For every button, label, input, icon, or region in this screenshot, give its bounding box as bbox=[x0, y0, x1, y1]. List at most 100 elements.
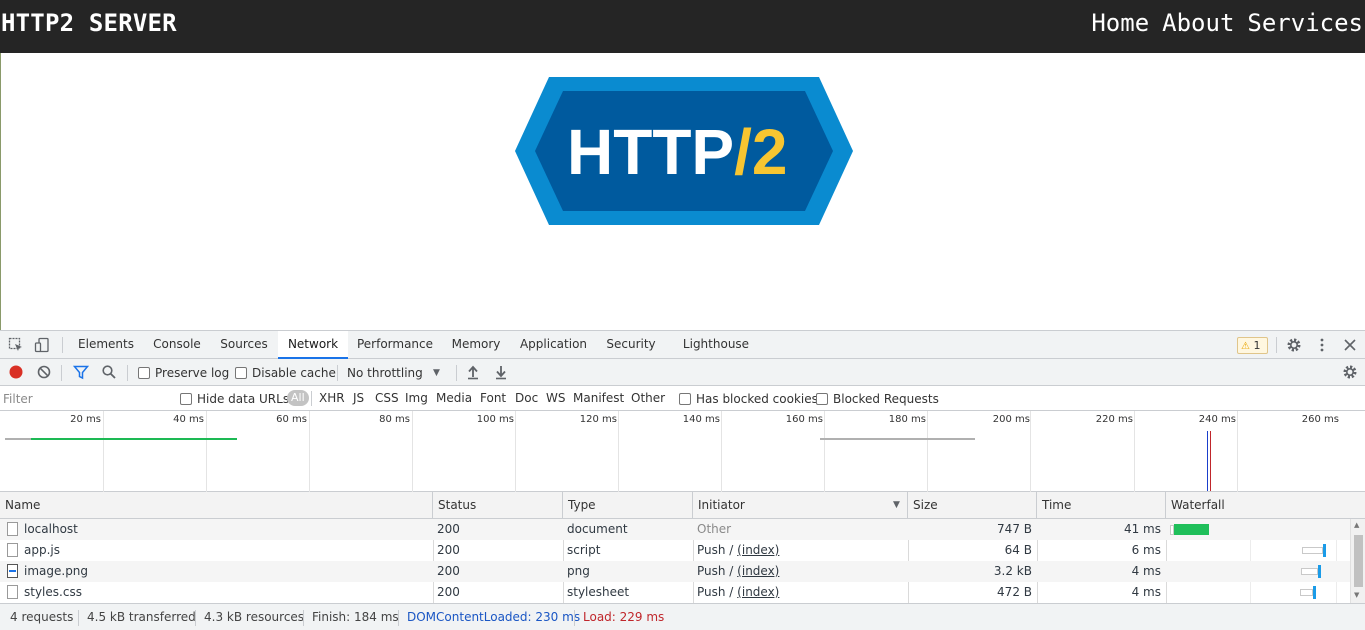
checkbox-box[interactable] bbox=[679, 392, 691, 405]
summary-divider bbox=[303, 610, 304, 626]
column-header-initiator[interactable]: Initiator bbox=[693, 492, 908, 519]
filter-type-css[interactable]: CSS bbox=[375, 386, 399, 411]
clear-icon[interactable] bbox=[35, 363, 53, 381]
network-overview-timeline[interactable]: 20 ms 40 ms 60 ms 80 ms 100 ms 120 ms 14… bbox=[0, 411, 1365, 492]
request-size: 747 B bbox=[997, 522, 1032, 536]
more-options-icon[interactable] bbox=[1313, 336, 1331, 354]
summary-transferred: 4.5 kB transferred bbox=[87, 610, 196, 624]
tab-performance[interactable]: Performance bbox=[352, 331, 438, 359]
request-status: 200 bbox=[437, 543, 460, 557]
hide-data-urls-checkbox[interactable]: Hide data URLs bbox=[180, 386, 289, 411]
table-row[interactable]: app.js 200 script Push / (index) 64 B 6 … bbox=[0, 540, 1350, 561]
nav-link-about[interactable]: About bbox=[1162, 9, 1234, 37]
request-type: script bbox=[567, 543, 601, 557]
tab-lighthouse[interactable]: Lighthouse bbox=[679, 331, 753, 359]
tab-application[interactable]: Application bbox=[515, 331, 592, 359]
site-brand[interactable]: HTTP2 SERVER bbox=[1, 9, 177, 37]
tab-console[interactable]: Console bbox=[147, 331, 207, 359]
summary-dom-content-loaded: DOMContentLoaded: 230 ms bbox=[407, 610, 581, 624]
throttling-value: No throttling bbox=[347, 365, 423, 380]
tab-memory[interactable]: Memory bbox=[446, 331, 506, 359]
column-header-time[interactable]: Time bbox=[1037, 492, 1166, 519]
table-scrollbar[interactable]: ▲ ▼ bbox=[1350, 519, 1365, 603]
tab-network[interactable]: Network bbox=[278, 331, 348, 359]
filter-type-xhr[interactable]: XHR bbox=[319, 386, 345, 411]
column-header-waterfall[interactable]: Waterfall bbox=[1166, 492, 1365, 519]
initiator-link[interactable]: (index) bbox=[737, 564, 779, 578]
file-icon bbox=[7, 585, 18, 599]
record-icon[interactable] bbox=[7, 363, 25, 381]
table-row[interactable]: image.png 200 png Push / (index) 3.2 kB … bbox=[0, 561, 1350, 582]
image-file-icon bbox=[7, 564, 18, 578]
has-blocked-cookies-checkbox[interactable]: Has blocked cookies bbox=[679, 386, 818, 411]
filter-type-ws[interactable]: WS bbox=[546, 386, 565, 411]
blocked-requests-checkbox[interactable]: Blocked Requests bbox=[816, 386, 939, 411]
nav-link-home[interactable]: Home bbox=[1091, 9, 1149, 37]
filter-type-other[interactable]: Other bbox=[631, 386, 665, 411]
filter-icon[interactable] bbox=[72, 363, 90, 381]
request-size: 472 B bbox=[997, 585, 1032, 599]
checkbox-box[interactable] bbox=[180, 392, 192, 405]
checkbox-box[interactable] bbox=[235, 366, 247, 379]
search-icon[interactable] bbox=[100, 363, 118, 381]
filter-type-font[interactable]: Font bbox=[480, 386, 506, 411]
tab-sources[interactable]: Sources bbox=[213, 331, 275, 359]
network-settings-gear-icon[interactable] bbox=[1341, 363, 1359, 381]
export-har-icon[interactable] bbox=[492, 363, 510, 381]
page-content: HTTP/2 bbox=[0, 53, 1365, 330]
filter-input[interactable] bbox=[3, 389, 168, 408]
warning-badge[interactable]: ⚠ 1 bbox=[1237, 337, 1268, 354]
initiator-link[interactable]: (index) bbox=[737, 543, 779, 557]
filter-type-manifest[interactable]: Manifest bbox=[573, 386, 624, 411]
overview-waiting-bar bbox=[5, 438, 31, 440]
inspect-element-icon[interactable] bbox=[7, 336, 25, 354]
grid-line bbox=[824, 411, 825, 492]
import-har-icon[interactable] bbox=[464, 363, 482, 381]
request-initiator: Push / (index) bbox=[697, 582, 779, 603]
throttling-select[interactable]: No throttling ▼ bbox=[347, 359, 447, 386]
preserve-log-checkbox[interactable]: Preserve log bbox=[138, 359, 229, 386]
summary-divider bbox=[574, 610, 575, 626]
dom-content-loaded-marker bbox=[1207, 431, 1208, 491]
column-header-status[interactable]: Status bbox=[433, 492, 563, 519]
toolbar-divider bbox=[127, 365, 128, 381]
checkbox-box[interactable] bbox=[816, 392, 828, 405]
column-header-name[interactable]: Name bbox=[0, 492, 433, 519]
tab-security[interactable]: Security bbox=[600, 331, 662, 359]
table-row[interactable]: styles.css 200 stylesheet Push / (index)… bbox=[0, 582, 1350, 603]
waterfall-waiting-bar bbox=[1301, 568, 1318, 575]
scroll-down-arrow-icon[interactable]: ▼ bbox=[1354, 591, 1359, 599]
waterfall-waiting-bar bbox=[1300, 589, 1313, 596]
checkbox-box[interactable] bbox=[138, 366, 150, 379]
nav-link-services[interactable]: Services bbox=[1247, 9, 1363, 37]
logo-text-2: 2 bbox=[752, 116, 788, 188]
waterfall-download-bar bbox=[1174, 524, 1209, 535]
timeline-tick-label: 40 ms bbox=[173, 414, 204, 425]
filter-type-all[interactable]: All bbox=[287, 390, 309, 406]
timeline-tick-label: 60 ms bbox=[276, 414, 307, 425]
filter-type-doc[interactable]: Doc bbox=[515, 386, 538, 411]
file-icon bbox=[7, 543, 18, 557]
table-row[interactable]: localhost 200 document Other 747 B 41 ms bbox=[0, 519, 1350, 540]
tab-elements[interactable]: Elements bbox=[71, 331, 141, 359]
filter-type-media[interactable]: Media bbox=[436, 386, 472, 411]
column-header-type[interactable]: Type bbox=[563, 492, 693, 519]
toolbar-divider bbox=[337, 365, 338, 381]
http2-logo: HTTP/2 bbox=[515, 77, 853, 225]
grid-line bbox=[927, 411, 928, 492]
filter-divider bbox=[311, 391, 312, 406]
close-icon[interactable] bbox=[1341, 336, 1359, 354]
waterfall-download-bar bbox=[1318, 565, 1321, 578]
filter-type-img[interactable]: Img bbox=[405, 386, 428, 411]
scroll-up-arrow-icon[interactable]: ▲ bbox=[1354, 521, 1359, 529]
scrollbar-thumb[interactable] bbox=[1354, 535, 1363, 587]
request-name: styles.css bbox=[24, 585, 82, 599]
initiator-link[interactable]: (index) bbox=[737, 585, 779, 599]
filter-type-js[interactable]: JS bbox=[353, 386, 364, 411]
settings-gear-icon[interactable] bbox=[1285, 336, 1303, 354]
disable-cache-checkbox[interactable]: Disable cache bbox=[235, 359, 336, 386]
device-toolbar-icon[interactable] bbox=[33, 336, 51, 354]
request-time: 6 ms bbox=[1131, 543, 1161, 557]
waterfall-download-bar bbox=[1323, 544, 1326, 557]
column-header-size[interactable]: Size bbox=[908, 492, 1037, 519]
